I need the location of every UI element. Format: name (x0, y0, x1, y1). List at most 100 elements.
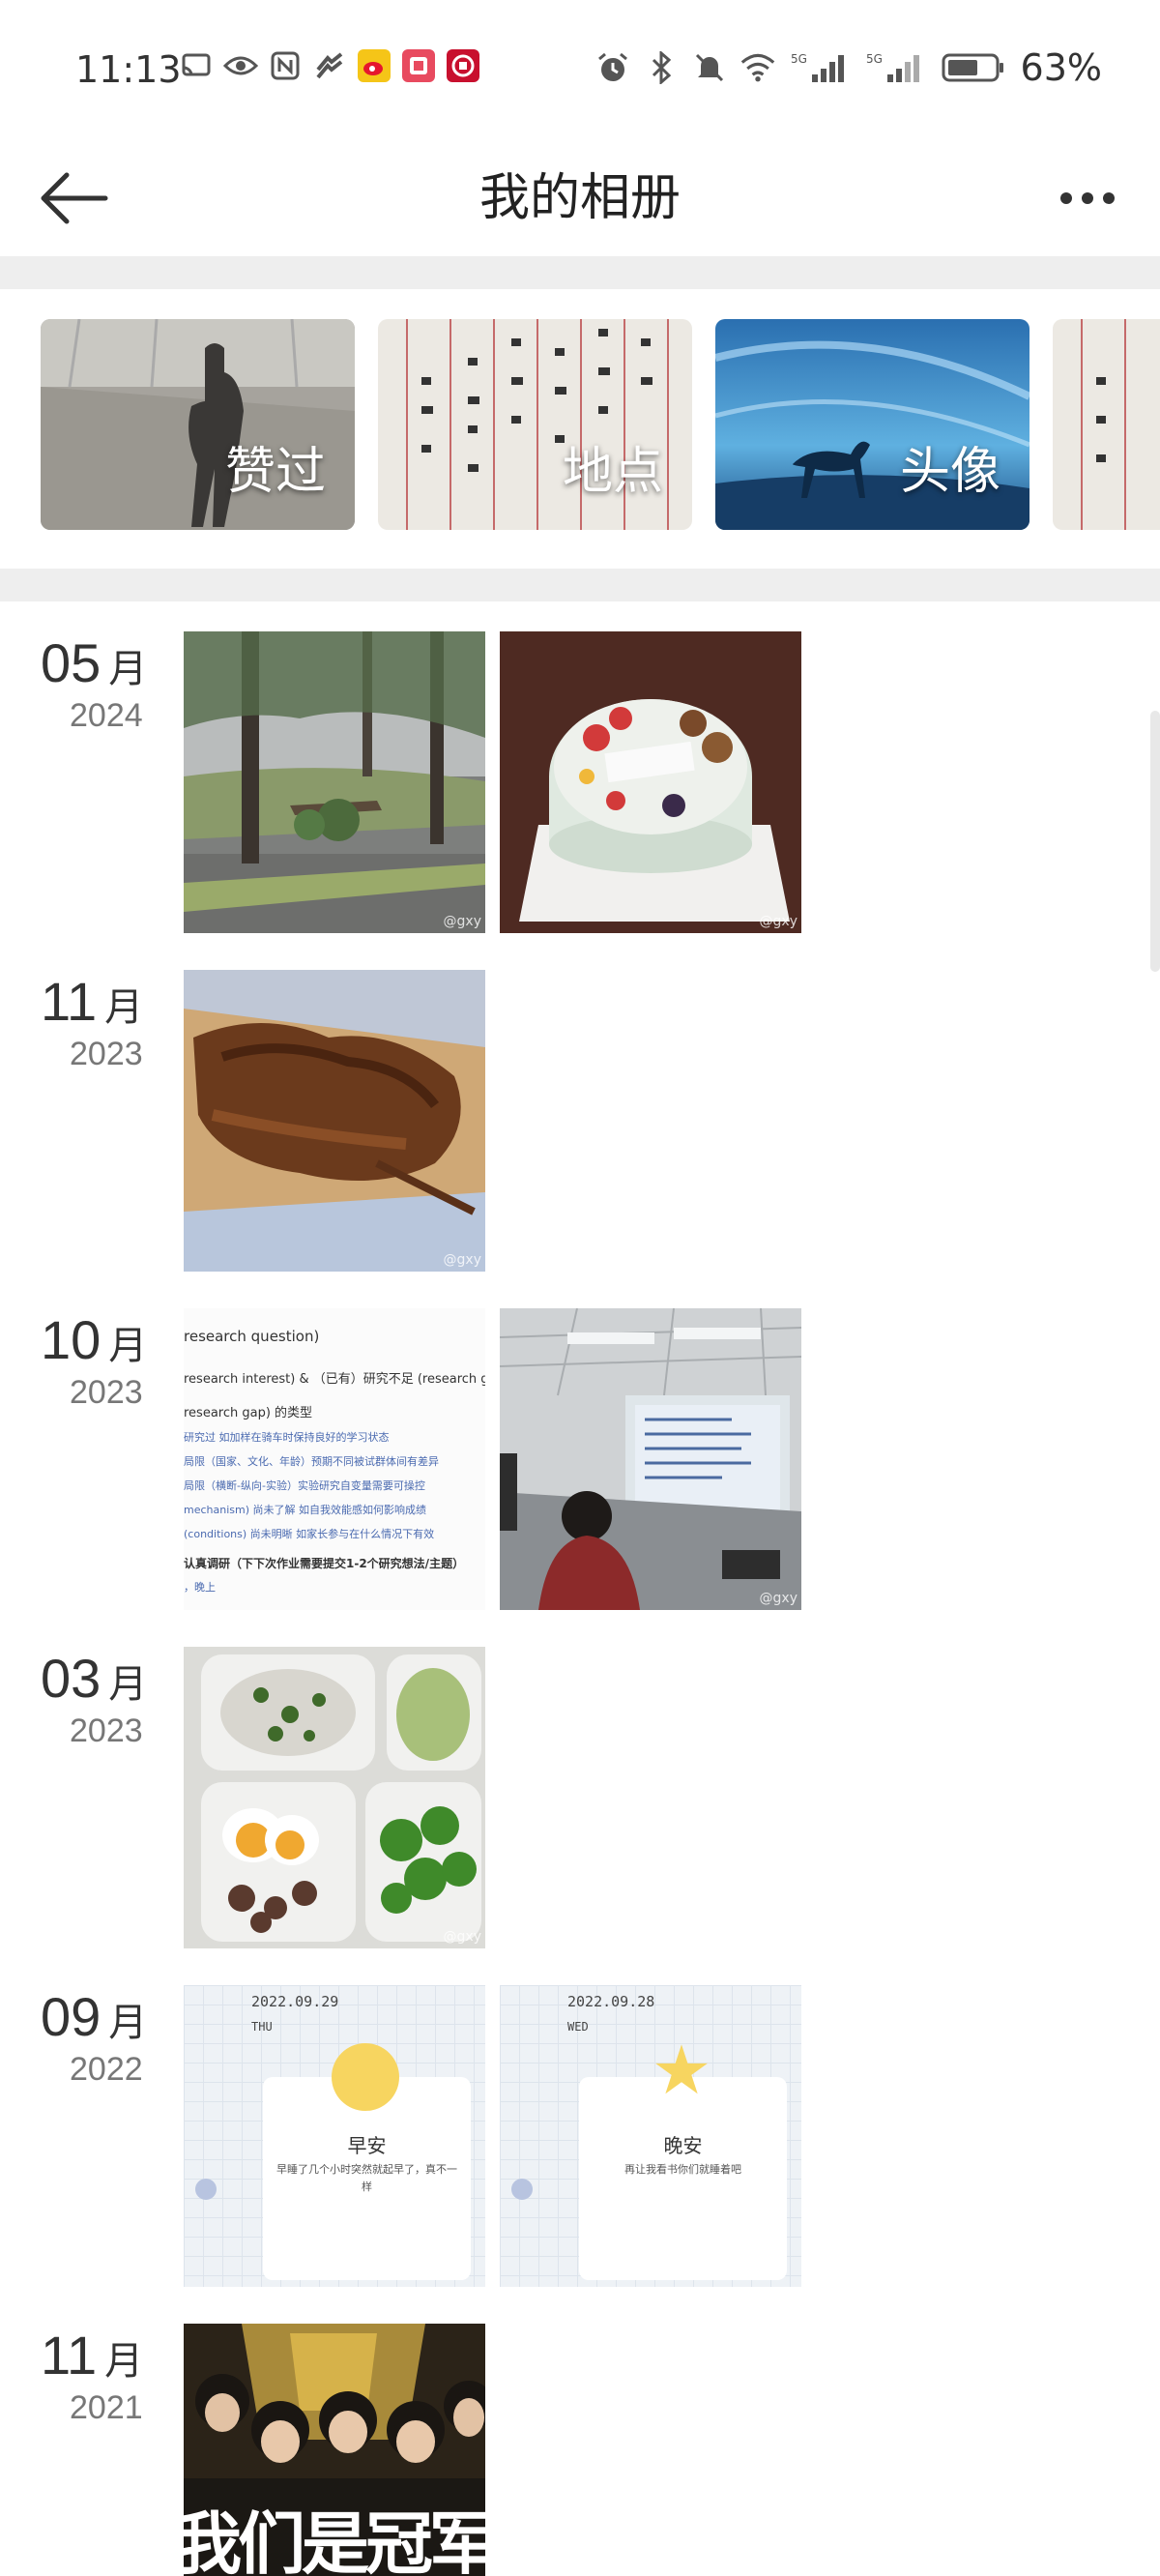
album-location[interactable]: 地点 (378, 319, 692, 530)
bank-icon (446, 48, 480, 83)
album-label: 头像 (899, 443, 1000, 501)
sun-icon (332, 2043, 399, 2111)
card-day: THU (251, 2020, 273, 2034)
photo-night-card: 2022.09.28 WED ★ 晚安 再让我看书你们就睡着吧 (500, 1985, 801, 2287)
battery-icon (940, 50, 1007, 85)
photo-classroom (500, 1308, 801, 1610)
album-avatar[interactable]: 头像 (715, 319, 1030, 530)
month-number: 03 (41, 1648, 102, 1709)
card-text: 再让我看书你们就睡着吧 (624, 2163, 741, 2176)
svg-text:5G: 5G (866, 52, 883, 66)
month-label: 05 月 (41, 631, 147, 694)
slide-line: 研究过 如加样在骑车时保持良好的学习状态 (184, 1431, 390, 1444)
slide-line: mechanism) 尚未了解 如自我效能感如何影响成绩 (184, 1504, 427, 1516)
card-day: WED (567, 2020, 589, 2034)
year-label: 2023 (70, 1036, 143, 1072)
slide-line: research interest) & （已有）研究不足 (research … (184, 1372, 485, 1387)
photo-watermark: @gxy (443, 1929, 481, 1945)
poster-title: 我们是冠军 (184, 2504, 485, 2576)
more-icon (1060, 192, 1072, 204)
photo-thumbnail[interactable]: 我们是冠军 (184, 2324, 485, 2576)
photo-thumbnail[interactable]: @gxy (500, 631, 801, 933)
month-unit: 月 (108, 647, 148, 691)
photo-morning-card: 2022.09.29 THU 早安 早睡了几个小时突然就起早了，真不一样 (184, 1985, 485, 2287)
album-strip[interactable]: 赞过 地点 头像 (0, 319, 1160, 532)
more-icon-dot (1082, 192, 1093, 204)
slide-line: research question) (184, 1328, 320, 1345)
photo-thumbnail[interactable]: research question) research interest) & … (184, 1308, 485, 1610)
month-unit: 月 (108, 1324, 148, 1368)
card-date: 2022.09.28 (567, 1993, 655, 2010)
eye-icon (223, 48, 258, 83)
photo-watermark: @gxy (759, 1591, 798, 1606)
year-label: 2023 (70, 1374, 143, 1411)
star-icon: ★ (651, 2031, 712, 2110)
slide-line: 局限（国家、文化、年龄）预期不同被试群体间有差异 (184, 1455, 439, 1468)
month-unit: 月 (108, 2001, 148, 2045)
album-liked[interactable]: 赞过 (41, 319, 355, 530)
month-number: 11 (41, 971, 98, 1032)
signal-icon: 5G (864, 50, 926, 85)
top-app-bar: 我的相册 (0, 135, 1160, 256)
weibo-icon (357, 48, 392, 83)
month-label: 11 月 (41, 2324, 143, 2386)
notification-icons (179, 48, 480, 83)
slide-line: 局限（横断-纵向-实验）实验研究自变量需要可操控 (184, 1479, 425, 1492)
page-title: 我的相册 (478, 169, 681, 227)
photo-watermark: @gxy (443, 1252, 481, 1268)
month-unit: 月 (108, 1662, 148, 1707)
photo-thumbnail[interactable]: @gxy (184, 631, 485, 933)
photo-thumbnail[interactable]: @gxy (184, 1647, 485, 1948)
photo-watermark: @gxy (443, 914, 481, 929)
section-divider (0, 256, 1160, 289)
wifi-icon (740, 50, 775, 85)
album-label: 赞过 (224, 443, 326, 501)
month-unit: 月 (104, 985, 144, 1030)
status-bar: 11:13 5G 5G 63% (0, 0, 1160, 135)
photo-cake (500, 631, 801, 933)
mute-icon (692, 50, 727, 85)
year-label: 2022 (70, 2051, 143, 2088)
year-label: 2023 (70, 1712, 143, 1749)
album-cover-calligraphy (1053, 319, 1160, 530)
sync-icon (312, 48, 347, 83)
card-date: 2022.09.29 (251, 1993, 339, 2010)
month-label: 10 月 (41, 1308, 147, 1371)
year-label: 2021 (70, 2389, 143, 2426)
more-options-button[interactable] (1044, 160, 1131, 237)
battery-percent: 63% (1020, 46, 1102, 89)
album-label: 地点 (562, 443, 663, 501)
card-text: 早睡了几个小时突然就起早了，真不一样 (276, 2163, 457, 2193)
album-more[interactable] (1053, 319, 1160, 530)
month-label: 09 月 (41, 1985, 147, 2048)
card-title: 早安 (347, 2134, 387, 2157)
month-number: 11 (41, 2325, 98, 2386)
card-title: 晚安 (663, 2134, 703, 2157)
svg-text:5G: 5G (791, 52, 807, 66)
month-number: 09 (41, 1986, 102, 2047)
photo-thumbnail[interactable]: 2022.09.29 THU 早安 早睡了几个小时突然就起早了，真不一样 (184, 1985, 485, 2287)
app-icon (401, 48, 436, 83)
photo-thumbnail[interactable]: @gxy (184, 970, 485, 1272)
photo-lecture-slide: research question) research interest) & … (184, 1308, 485, 1610)
slide-line: research gap) 的类型 (184, 1406, 313, 1420)
slide-line: ，晚上 (184, 1581, 216, 1594)
photo-grilled-meat (184, 970, 485, 1272)
photo-thumbnail[interactable]: 2022.09.28 WED ★ 晚安 再让我看书你们就睡着吧 (500, 1985, 801, 2287)
scrollbar[interactable] (1150, 711, 1160, 972)
more-icon-dot (1103, 192, 1115, 204)
status-time: 11:13 (75, 48, 182, 91)
month-unit: 月 (104, 2339, 144, 2384)
system-icons: 5G 5G 63% (595, 46, 1102, 89)
photo-lunch-box (184, 1647, 485, 1948)
photo-broken-tree (184, 631, 485, 933)
photo-watermark: @gxy (759, 914, 798, 929)
month-number: 05 (41, 632, 102, 693)
photo-thumbnail[interactable]: @gxy (500, 1308, 801, 1610)
slide-line: 认真调研（下下次作业需要提交1-2个研究想法/主题） (184, 1557, 465, 1570)
month-label: 03 月 (41, 1647, 147, 1710)
slide-line: (conditions) 尚未明晰 如家长参与在什么情况下有效 (184, 1528, 435, 1540)
alarm-icon (595, 50, 630, 85)
bluetooth-icon (644, 50, 679, 85)
section-divider (0, 569, 1160, 601)
